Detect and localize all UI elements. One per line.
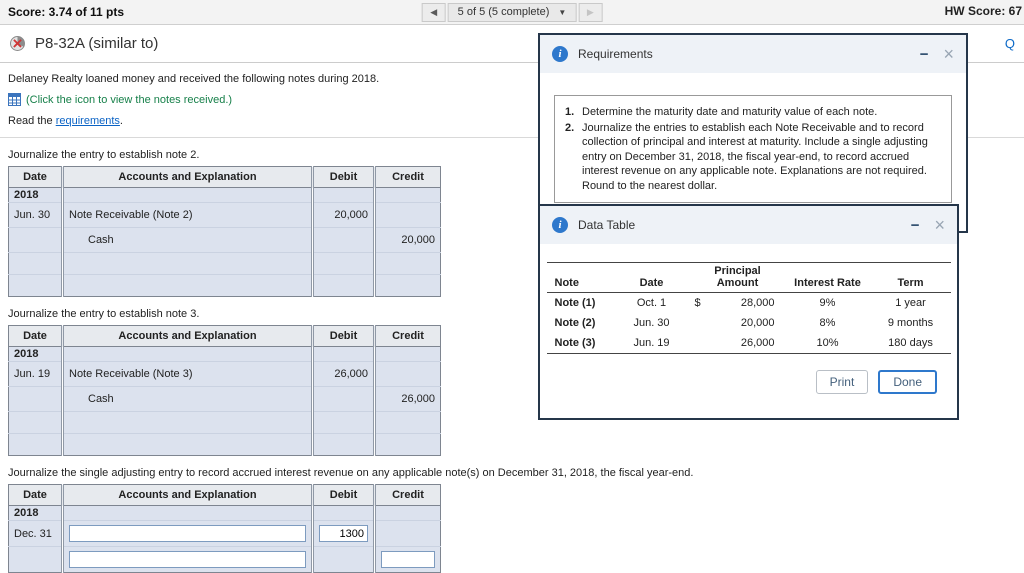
requirements-link[interactable]: requirements — [56, 115, 120, 127]
chevron-left-icon: ◀ — [430, 6, 438, 17]
notes-header-principal: Principal Amount — [690, 262, 785, 293]
note-cell: Note (1) — [554, 297, 596, 309]
term-cell: 180 days — [870, 333, 951, 354]
credit-cell — [373, 361, 441, 387]
data-table-icon[interactable] — [8, 93, 21, 106]
date-cell: Jun. 30 — [8, 202, 63, 228]
question-selector-label: 5 of 5 (5 complete) — [457, 6, 550, 18]
table-row: Note (1) Oct. 1 $28,000 9% 1 year — [547, 293, 951, 314]
requirement-item: 1. Determine the maturity date and matur… — [565, 106, 878, 118]
account-cell: Note Receivable (Note 3) — [61, 361, 313, 387]
chevron-right-icon: ▶ — [586, 6, 594, 17]
similar-to-icon: × — [8, 34, 27, 53]
rate-cell: 9% — [819, 297, 836, 309]
page-title: P8-32A (similar to) — [35, 35, 159, 52]
credit-cell: 20,000 — [373, 227, 441, 253]
debit-input[interactable] — [319, 525, 368, 542]
debit-cell: 20,000 — [311, 202, 375, 228]
header-debit: Debit — [311, 166, 375, 188]
date-cell: Dec. 31 — [8, 520, 63, 547]
journal-table-note2: Date Accounts and Explanation Debit Cred… — [8, 166, 441, 297]
note-cell: Note (2) — [554, 317, 596, 329]
table-row: Note (2) Jun. 30 20,000 8% 9 months — [547, 313, 951, 333]
currency-symbol: $ — [694, 297, 701, 309]
data-table-dialog-header: i Data Table − × — [540, 206, 957, 244]
header-accounts: Accounts and Explanation — [61, 325, 313, 347]
notes-header-date: Date — [612, 262, 691, 293]
amount-cell: 20,000 — [740, 317, 775, 329]
credit-cell: 26,000 — [373, 386, 441, 412]
top-score-bar: Score: 3.74 of 11 pts ◀ 5 of 5 (5 comple… — [0, 0, 1024, 25]
notes-header-term: Term — [870, 262, 951, 293]
instruction-adjusting: Journalize the single adjusting entry to… — [8, 467, 694, 479]
debit-cell: 26,000 — [311, 361, 375, 387]
requirement-item: 2. Journalize the entries to establish e… — [565, 121, 928, 192]
requirements-dialog: i Requirements − × 1. Determine the matu… — [538, 33, 968, 233]
date-cell: Jun. 19 — [8, 361, 63, 387]
chevron-down-icon: ▼ — [558, 7, 567, 17]
hw-score-text: HW Score: 67 — [944, 4, 1022, 18]
close-icon[interactable]: × — [934, 216, 945, 234]
year-cell: 2018 — [8, 346, 63, 362]
done-button[interactable]: Done — [878, 370, 937, 394]
view-notes-link[interactable]: (Click the icon to view the notes receiv… — [26, 94, 232, 106]
prev-question-button[interactable]: ◀ — [421, 2, 446, 22]
debit-cell — [311, 227, 375, 253]
rate-cell: 10% — [784, 333, 871, 354]
journal-table-note3: Date Accounts and Explanation Debit Cred… — [8, 325, 441, 456]
term-cell: 9 months — [887, 317, 934, 329]
credit-input[interactable] — [381, 551, 435, 568]
requirements-dialog-header: i Requirements − × — [540, 35, 966, 73]
close-icon[interactable]: × — [943, 45, 954, 63]
account-cell: Cash — [61, 386, 313, 412]
header-debit: Debit — [311, 484, 375, 506]
print-button[interactable]: Print — [815, 370, 869, 394]
account-input[interactable] — [69, 525, 306, 542]
requirements-list: 1. Determine the maturity date and matur… — [554, 95, 952, 204]
score-text: Score: 3.74 of 11 pts — [8, 5, 125, 19]
note-cell: Note (3) — [546, 333, 613, 354]
date-cell: Oct. 1 — [636, 297, 667, 309]
header-date: Date — [8, 166, 63, 188]
header-date: Date — [8, 484, 63, 506]
date-cell: Jun. 19 — [612, 333, 691, 354]
journal-table-adjusting: Date Accounts and Explanation Debit Cred… — [8, 484, 441, 573]
date-cell: Jun. 30 — [633, 317, 670, 329]
account-cell: Cash — [61, 227, 313, 253]
info-icon: i — [552, 217, 568, 233]
minimize-icon[interactable]: − — [911, 218, 920, 233]
minimize-icon[interactable]: − — [920, 47, 929, 62]
dialog-title: Requirements — [578, 47, 653, 61]
rate-cell: 8% — [819, 317, 836, 329]
amount-cell: 26,000 — [690, 333, 785, 354]
account-cell: Note Receivable (Note 2) — [61, 202, 313, 228]
data-table-dialog: i Data Table − × Note Date Principal Amo… — [538, 204, 959, 420]
header-accounts: Accounts and Explanation — [61, 166, 313, 188]
credit-cell — [373, 202, 441, 228]
notes-header-rate: Interest Rate — [784, 262, 871, 293]
header-credit: Credit — [373, 325, 441, 347]
year-cell: 2018 — [8, 505, 63, 521]
dialog-title: Data Table — [578, 218, 636, 232]
year-cell: 2018 — [8, 187, 63, 203]
amount-cell: $28,000 — [694, 297, 775, 309]
term-cell: 1 year — [895, 297, 926, 309]
question-selector[interactable]: 5 of 5 (5 complete) ▼ — [447, 2, 577, 22]
notes-table: Note Date Principal Amount Interest Rate… — [546, 262, 951, 354]
header-credit: Credit — [373, 166, 441, 188]
notes-header-note: Note — [546, 262, 613, 293]
header-accounts: Accounts and Explanation — [61, 484, 313, 506]
next-question-button[interactable]: ▶ — [578, 2, 603, 22]
question-help-link[interactable]: Q — [1005, 36, 1016, 51]
info-icon: i — [552, 46, 568, 62]
header-debit: Debit — [311, 325, 375, 347]
question-navigation: ◀ 5 of 5 (5 complete) ▼ ▶ — [421, 2, 603, 22]
account-input[interactable] — [69, 551, 306, 568]
table-row: Note (3) Jun. 19 26,000 10% 180 days — [546, 333, 951, 354]
header-credit: Credit — [373, 484, 441, 506]
header-date: Date — [8, 325, 63, 347]
debit-cell — [311, 386, 375, 412]
